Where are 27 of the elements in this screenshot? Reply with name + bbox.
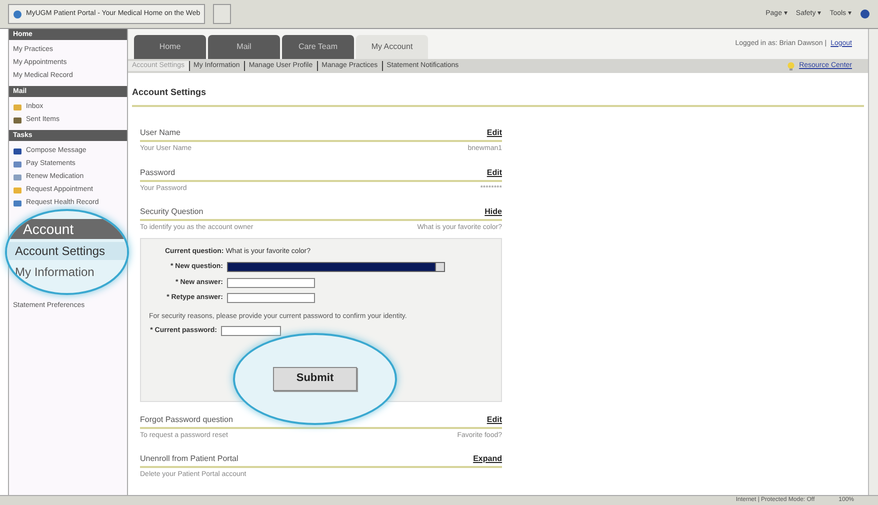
page-heading: Account Settings (132, 87, 206, 97)
setting-title: Unenroll from Patient Portal (140, 453, 238, 465)
setting-action-link[interactable]: Edit (486, 127, 502, 139)
answer-input[interactable] (227, 278, 315, 288)
setting-action-link[interactable]: Edit (486, 414, 502, 426)
submit-button[interactable]: Submit (273, 366, 357, 390)
sidebar-link[interactable]: Account Settings (7, 242, 127, 260)
sidebar-link[interactable]: My Information (7, 263, 127, 281)
globe-icon (13, 10, 22, 18)
nav-tab[interactable]: Home (134, 35, 206, 59)
setting-title: User Name (140, 127, 180, 139)
new-tab-button[interactable] (213, 4, 232, 24)
setting-action-link[interactable]: Expand (473, 453, 502, 465)
scrollbar[interactable] (868, 29, 878, 495)
setting-title: Security Question (140, 206, 204, 218)
password-input[interactable] (221, 326, 281, 336)
setting-action-link[interactable]: Hide (484, 206, 502, 218)
setting-title: Password (140, 166, 176, 178)
help-icon[interactable] (860, 9, 870, 19)
setting-title: Forgot Password question (140, 414, 233, 426)
nav-tab[interactable]: Mail (208, 35, 280, 59)
lightbulb-icon (787, 62, 796, 70)
setting-action-link[interactable]: Edit (486, 166, 502, 178)
question-select[interactable] (227, 262, 445, 272)
nav-tab[interactable]: My Account (356, 35, 428, 59)
answer-input[interactable] (227, 293, 315, 304)
nav-tab[interactable]: Care Team (282, 35, 354, 59)
